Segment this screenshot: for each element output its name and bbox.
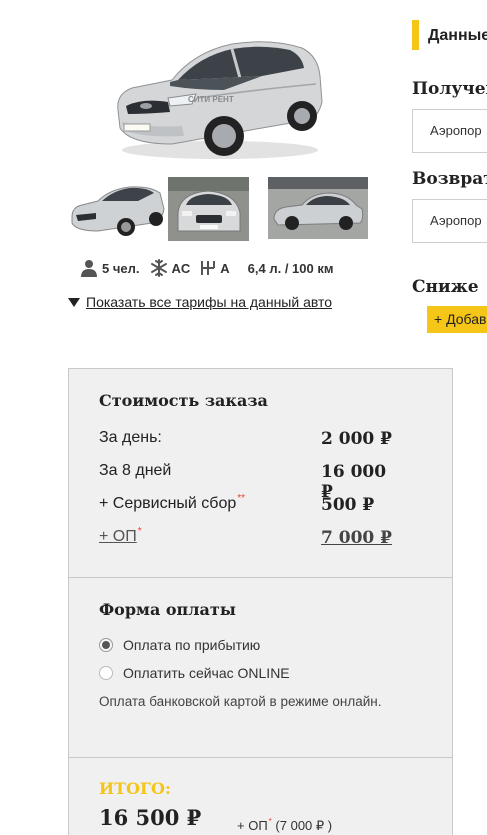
total-op-amount: (7 000 ₽ ) (275, 818, 333, 833)
snowflake-icon (150, 259, 168, 277)
op-value-link[interactable]: 7 000 ₽ (321, 528, 392, 548)
spec-gearbox: A (200, 259, 230, 277)
order-summary: Стоимость заказа За день: 2 000 ₽ За 8 д… (68, 368, 453, 835)
booking-data-title: Данные (428, 27, 487, 44)
total-op-note: + ОП* (7 000 ₽ ) (237, 817, 333, 834)
spec-seats: 5 чел. (80, 259, 140, 277)
price-row-label: За 8 дней (99, 462, 172, 479)
radio-checked[interactable] (99, 638, 113, 652)
payment-note: Оплата банковской картой в режиме онлайн… (99, 694, 382, 709)
payment-option-label: Оплатить сейчас ONLINE (123, 665, 290, 681)
payment-option-on-arrival[interactable]: Оплата по прибытию (99, 637, 260, 653)
car-thumbnail-1[interactable] (68, 177, 166, 241)
service-fee-text: + Сервисный сбор (99, 495, 237, 512)
payment-title: Форма оплаты (99, 600, 236, 619)
spec-climate: AC (150, 259, 191, 277)
radio-unchecked[interactable] (99, 666, 113, 680)
spec-fuel-value: 6,4 л. / 100 км (247, 260, 334, 276)
pickup-label: Получен (412, 79, 487, 99)
watermark-logo: СИТИ РЕНТ (188, 95, 234, 104)
order-cost-title: Стоимость заказа (99, 391, 268, 410)
required-marker: ** (237, 493, 246, 504)
price-row-per-day: За день: 2 000 ₽ (99, 429, 399, 449)
car-thumbnail-2[interactable] (168, 177, 249, 241)
required-marker: * (268, 817, 272, 826)
price-row-value: 2 000 ₽ (321, 429, 392, 449)
return-location-select[interactable]: Аэропор (412, 199, 487, 243)
payment-option-online[interactable]: Оплатить сейчас ONLINE (99, 665, 290, 681)
spec-fuel: 6,4 л. / 100 км (248, 261, 334, 276)
op-link-text[interactable]: + ОП (99, 528, 137, 545)
show-tariffs-link[interactable]: Показать все тарифы на данный авто (86, 294, 332, 310)
op-link[interactable]: + ОП* (99, 526, 142, 546)
payment-option-label: Оплата по прибытию (123, 637, 261, 653)
booking-panel: Данные Получен Аэропор Возврат Аэропор С… (412, 0, 487, 340)
gearbox-icon (200, 259, 216, 277)
price-row-period: За 8 дней 16 000 ₽ (99, 462, 399, 502)
price-row-label: + Сервисный сбор** (99, 493, 246, 513)
price-row-op: + ОП* 7 000 ₽ (99, 526, 399, 548)
car-specs: 5 чел. AC A 6,4 л. / 100 км (80, 258, 344, 278)
add-button[interactable]: + Добав (427, 306, 487, 333)
total-op-prefix: + ОП (237, 818, 268, 833)
price-row-label: За день: (99, 429, 162, 446)
total-label: ИТОГО: (99, 779, 171, 798)
price-row-value: 500 ₽ (321, 495, 375, 515)
return-label: Возврат (412, 169, 487, 189)
show-tariffs-toggle[interactable]: Показать все тарифы на данный авто (68, 294, 332, 310)
discount-title: Сниже (412, 277, 479, 297)
spec-seats-value: 5 чел. (102, 260, 140, 276)
triangle-down-icon (68, 297, 80, 307)
divider (69, 757, 452, 758)
spec-gearbox-value: A (220, 260, 230, 276)
required-marker: * (137, 526, 142, 537)
person-icon (80, 259, 98, 277)
car-main-photo: СИТИ РЕНТ (112, 32, 324, 164)
pickup-location-select[interactable]: Аэропор (412, 109, 487, 153)
car-thumbnail-3[interactable] (268, 177, 368, 239)
spec-climate-value: AC (171, 260, 191, 276)
total-value: 16 500 ₽ (99, 805, 202, 830)
section-accent-bar (412, 20, 419, 50)
divider (69, 577, 452, 578)
price-row-service-fee: + Сервисный сбор** 500 ₽ (99, 493, 399, 515)
